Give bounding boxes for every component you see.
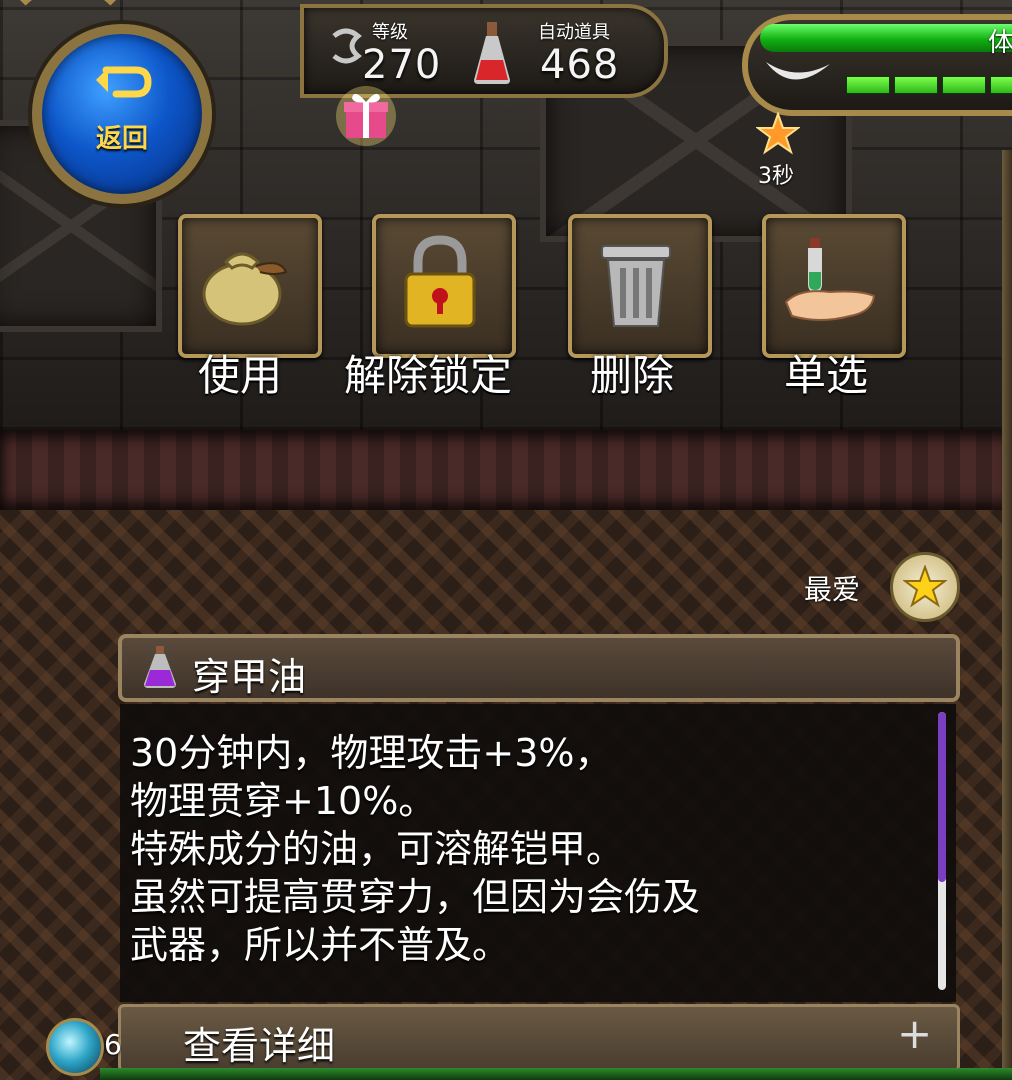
auto-item-value: 468 <box>540 42 620 88</box>
favorite-button[interactable] <box>890 552 960 622</box>
trash-icon <box>601 245 671 327</box>
use-button[interactable] <box>178 214 322 358</box>
auto-item-label: 自动道具 <box>538 22 610 43</box>
orb-count: 6 <box>104 1028 122 1061</box>
return-arrow-icon <box>96 66 152 98</box>
gift-icon[interactable] <box>334 82 398 146</box>
single-select-button[interactable] <box>762 214 906 358</box>
buff-timer: 3秒 <box>758 164 794 189</box>
delete-button[interactable] <box>568 214 712 358</box>
hp-label: 体 <box>988 28 1012 58</box>
view-details-button[interactable]: 查看详细 + <box>118 1004 960 1072</box>
unlock-button[interactable] <box>372 214 516 358</box>
hand-icon <box>784 238 876 321</box>
bottom-bar <box>100 1068 1012 1080</box>
description-line: 武器，所以并不普及。 <box>130 923 511 967</box>
potion-icon <box>144 646 176 688</box>
back-button[interactable]: 返回 <box>32 24 212 204</box>
use-label: 使用 <box>198 351 283 400</box>
level-icon <box>332 28 362 64</box>
level-label: 等级 <box>372 22 408 43</box>
favorite-label: 最爱 <box>804 573 861 606</box>
description-line: 30分钟内，物理攻击+3%， <box>130 731 613 775</box>
mp-segment <box>846 76 890 94</box>
back-label: 返回 <box>95 124 148 154</box>
plus-icon: + <box>897 1009 933 1058</box>
scrollbar-thumb[interactable] <box>938 712 946 882</box>
lock-icon <box>404 235 476 328</box>
orb-icon <box>46 1018 104 1076</box>
description-line: 物理贯穿+10%。 <box>130 779 437 823</box>
mp-segment <box>942 76 986 94</box>
mp-segment <box>894 76 938 94</box>
description-line: 虽然可提高贯穿力，但因为会伤及 <box>130 875 701 919</box>
description-line: 特殊成分的油，可溶解铠甲。 <box>130 827 625 871</box>
potion-flask-icon <box>474 22 510 84</box>
frame-edge <box>1002 150 1012 1080</box>
unlock-label: 解除锁定 <box>344 351 513 400</box>
item-header: 穿甲油 <box>118 634 960 702</box>
bag-icon <box>202 252 288 326</box>
item-description: 30分钟内，物理攻击+3%， 物理贯穿+10%。 特殊成分的油，可溶解铠甲。 虽… <box>120 704 956 1002</box>
star-icon <box>903 565 947 608</box>
hp-bar <box>760 24 1012 52</box>
carpet-border <box>0 430 1012 510</box>
delete-label: 删除 <box>590 351 675 400</box>
buff-star-icon <box>756 112 800 155</box>
single-select-label: 单选 <box>784 351 869 400</box>
view-details-label: 查看详细 <box>183 1024 336 1068</box>
mp-segment <box>990 76 1012 94</box>
crescent-icon <box>766 62 830 80</box>
item-name: 穿甲油 <box>192 655 307 699</box>
